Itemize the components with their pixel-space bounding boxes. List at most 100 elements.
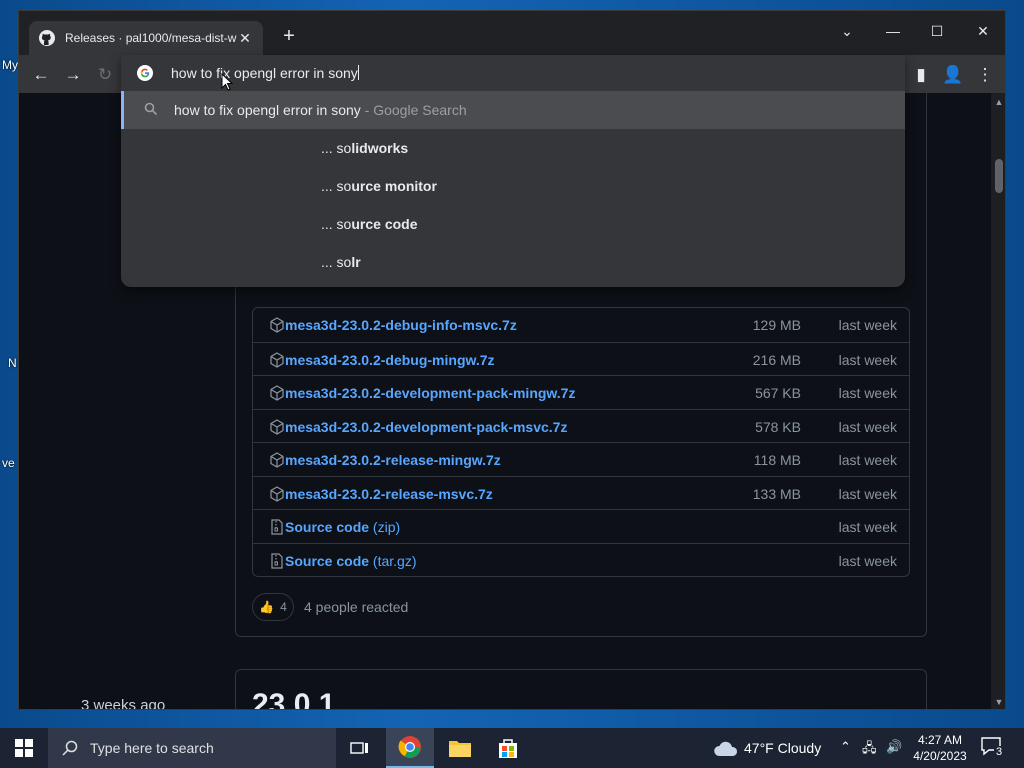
- scrollbar[interactable]: ▲ ▼: [991, 93, 1005, 709]
- asset-link[interactable]: mesa3d-23.0.2-debug-mingw.7z: [285, 352, 495, 368]
- windows-icon: [15, 739, 33, 757]
- suggestion-item[interactable]: ... solr: [121, 243, 905, 281]
- maximize-icon[interactable]: ☐: [921, 17, 953, 45]
- store-button[interactable]: [484, 728, 532, 768]
- profile-icon[interactable]: 👤: [939, 61, 967, 89]
- package-icon: [270, 452, 284, 468]
- scroll-thumb[interactable]: [995, 159, 1003, 193]
- suggestion-text: ... source monitor: [321, 178, 437, 194]
- desktop-icon-label[interactable]: N: [8, 356, 17, 370]
- asset-date: last week: [838, 552, 897, 569]
- package-icon: [270, 385, 284, 401]
- asset-name: Source code: [285, 519, 370, 535]
- back-icon[interactable]: ←: [27, 61, 55, 89]
- tab-releases[interactable]: Releases · pal1000/mesa-dist-win ✕: [29, 21, 263, 55]
- suggestion-item[interactable]: ... source monitor: [121, 167, 905, 205]
- asset-date: last week: [838, 385, 897, 401]
- side-panel-icon[interactable]: ▮: [907, 61, 935, 89]
- notification-center-button[interactable]: 3: [980, 736, 1010, 760]
- asset-date: last week: [838, 351, 897, 368]
- asset-link[interactable]: mesa3d-23.0.2-debug-info-msvc.7z: [285, 317, 517, 333]
- asset-row: mesa3d-23.0.2-debug-info-msvc.7z 129 MB la…: [253, 308, 909, 342]
- asset-extension: (tar.gz): [369, 552, 417, 569]
- weather-widget[interactable]: 47°F Cloudy: [712, 739, 821, 757]
- omnibox-text[interactable]: how to fix opengl error in sony: [171, 65, 359, 81]
- asset-link[interactable]: Source code (tar.gz): [285, 553, 417, 569]
- asset-date: last week: [838, 519, 897, 535]
- network-icon[interactable]: 🖧: [862, 739, 877, 761]
- asset-row: mesa3d-23.0.2-debug-mingw.7z 216 MB last w…: [253, 341, 909, 376]
- mouse-cursor-icon: [221, 73, 233, 91]
- new-tab-button[interactable]: +: [277, 25, 301, 49]
- asset-row: mesa3d-23.0.2-development-pack-mingw.7z 5…: [253, 375, 909, 409]
- asset-link[interactable]: mesa3d-23.0.2-development-pack-mingw.7z: [285, 385, 575, 401]
- omnibox-dropdown: how to fix opengl error in sony how to f…: [121, 55, 905, 287]
- asset-name: mesa3d-23.0.2-development-pack-mingw.7z: [285, 385, 576, 401]
- chrome-icon: [398, 736, 421, 758]
- reaction-summary: 4 people reacted: [304, 599, 409, 615]
- suggestion-text: how to fix opengl error in sony - Google…: [174, 102, 467, 118]
- package-icon: [270, 317, 284, 333]
- suggestion-search[interactable]: how to fix opengl error in sony - Google…: [121, 91, 905, 129]
- suggestion-completion: urce monitor: [351, 178, 437, 194]
- asset-row: mesa3d-23.0.2-release-mingw.7z 118 MB last…: [253, 442, 909, 476]
- clock-time: 4:27 AM: [917, 733, 963, 747]
- notification-count: 3: [994, 746, 1005, 758]
- asset-date: last week: [838, 485, 897, 502]
- taskbar: Type here to search 47°F Cloudy ⌃ 🖧 🔊 4:…: [0, 728, 1024, 768]
- asset-date: last week: [838, 452, 897, 468]
- folder-icon: [449, 741, 471, 757]
- asset-row: Source code (zip) last week: [253, 509, 909, 543]
- chrome-taskbar-button[interactable]: [386, 728, 434, 768]
- volume-icon[interactable]: 🔊: [886, 739, 902, 755]
- reaction-button[interactable]: 👍 4: [252, 593, 294, 621]
- suggestion-text: ... solidworks: [321, 140, 408, 156]
- suggestion-completion: lr: [351, 254, 361, 270]
- asset-date: last week: [838, 418, 897, 435]
- asset-row: mesa3d-23.0.2-release-msvc.7z 133 MB last …: [253, 475, 909, 510]
- tab-search-icon[interactable]: ⌄: [831, 17, 863, 45]
- desktop-icon-label[interactable]: ve: [2, 456, 15, 470]
- asset-link[interactable]: mesa3d-23.0.2-release-msvc.7z: [285, 486, 493, 502]
- asset-name: mesa3d-23.0.2-development-pack-msvc.7z: [285, 418, 568, 435]
- asset-link[interactable]: mesa3d-23.0.2-release-mingw.7z: [285, 452, 501, 468]
- reload-icon[interactable]: ↻: [91, 61, 119, 89]
- taskbar-search-placeholder: Type here to search: [90, 740, 214, 756]
- asset-size: 118 MB: [753, 452, 801, 468]
- task-view-icon: [350, 742, 368, 754]
- asset-extension: (zip): [369, 519, 401, 535]
- close-window-icon[interactable]: ✕: [967, 17, 999, 45]
- asset-name: mesa3d-23.0.2-debug-mingw.7z: [285, 351, 495, 368]
- taskbar-clock[interactable]: 4:27 AM 4/20/2023: [910, 732, 970, 764]
- file-explorer-button[interactable]: [436, 728, 484, 768]
- desktop-icon-label[interactable]: My: [2, 58, 18, 72]
- omnibox-input[interactable]: how to fix opengl error in sony: [121, 55, 905, 91]
- suggestion-item[interactable]: ... solidworks: [121, 129, 905, 167]
- start-button[interactable]: [0, 728, 48, 768]
- suggestion-text: ... solr: [321, 254, 361, 270]
- suggestion-suffix: - Google Search: [360, 102, 467, 118]
- asset-link[interactable]: mesa3d-23.0.2-development-pack-msvc.7z: [285, 419, 567, 435]
- task-view-button[interactable]: [336, 728, 384, 768]
- suggestion-completion: urce code: [351, 216, 418, 232]
- asset-row: mesa3d-23.0.2-development-pack-msvc.7z 57…: [253, 408, 909, 443]
- asset-link[interactable]: Source code (zip): [285, 519, 400, 535]
- scroll-down-icon[interactable]: ▼: [994, 697, 1004, 707]
- chevron-up-icon[interactable]: ⌃: [840, 739, 851, 755]
- store-icon: [499, 739, 517, 758]
- forward-icon[interactable]: →: [59, 61, 87, 89]
- scroll-up-icon[interactable]: ▲: [994, 97, 1004, 107]
- menu-icon[interactable]: ⋮: [971, 61, 999, 89]
- release-version[interactable]: 23.0.1: [252, 688, 335, 709]
- github-icon: [39, 30, 55, 46]
- asset-size: 567 KB: [755, 385, 801, 401]
- minimize-icon[interactable]: —: [877, 17, 909, 45]
- reaction-count: 4: [280, 600, 287, 614]
- tab-close-icon[interactable]: ✕: [237, 30, 253, 47]
- taskbar-search-box[interactable]: Type here to search: [48, 728, 336, 768]
- asset-size: 129 MB: [752, 317, 801, 333]
- text-caret: [357, 65, 359, 80]
- suggestion-item[interactable]: ... source code: [121, 205, 905, 243]
- release-card: 23.0.1: [235, 669, 927, 709]
- file-zip-icon: [271, 519, 283, 535]
